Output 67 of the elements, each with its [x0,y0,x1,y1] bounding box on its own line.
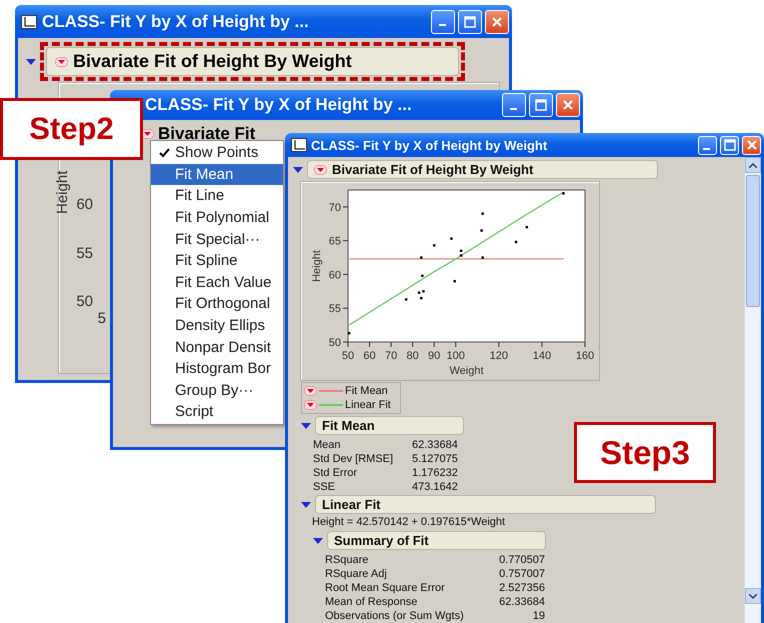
menu-item[interactable]: Histogram Bor [151,358,283,380]
stat-value: 0.770507 [498,553,545,567]
stat-value: 473.1642 [412,480,459,494]
stat-label: RSquare Adj [325,567,388,581]
report-header[interactable]: Bivariate Fit of Height By Weight [46,47,459,76]
menu-item[interactable]: Fit Mean [151,164,283,186]
stat-label: Root Mean Square Error [325,581,446,595]
menu-item[interactable]: Fit Special··· [151,228,283,250]
window-title: CLASS- Fit Y by X of Height by Weight [311,138,548,152]
stat-label: Std Dev [RMSE] [313,452,394,466]
tick-label: 120 [490,350,508,362]
section-header[interactable]: Linear Fit [315,495,656,514]
report-title: Bivariate Fit of Height By Weight [332,162,534,177]
section-header[interactable]: Fit Mean [315,416,464,435]
tick-label: 55 [328,303,341,316]
stat-label: Mean of Response [325,595,418,609]
axis-title: Weight [449,365,484,377]
axis-title: Height [311,250,323,282]
tick-label: 5 [96,310,106,327]
stat-value: 5.127075 [412,452,459,466]
stat-value: 0.757007 [498,567,545,581]
step-callout: Step3 [574,422,716,483]
tick-label: 50 [75,293,93,310]
legend-label: Linear Fit [345,399,391,411]
tick-label: 50 [342,350,354,362]
menu-item[interactable]: Density Ellips [151,314,283,336]
menu-item[interactable]: Fit Line [151,185,283,207]
report-title: Bivariate Fit [158,124,256,144]
tick-label: 90 [428,350,440,362]
step-callout: Step2 [0,98,143,160]
stat-value: 62.33684 [412,438,459,452]
stat-value: 2.527356 [498,581,545,595]
menu-item[interactable]: Fit Orthogonal [151,293,283,315]
tick-label: 55 [75,245,93,262]
window-title: CLASS- Fit Y by X of Height by ... [42,12,310,32]
tick-label: 70 [384,350,398,362]
tick-label: 100 [446,350,465,362]
fit-equation: Height = 42.570142 + 0.197615*Weight [312,516,506,529]
tick-label: 60 [363,350,376,362]
legend-label: Fit Mean [345,385,388,397]
stat-label: Std Error [313,466,358,480]
stat-value: 1.176232 [412,466,459,480]
stat-value: 62.33684 [498,595,545,609]
tick-label: 140 [532,350,552,362]
tick-label: 70 [328,202,341,214]
menu-item[interactable]: Fit Polynomial [151,206,283,228]
report-title: Bivariate Fit of Height By Weight [73,51,352,72]
stat-label: SSE [313,480,336,494]
tick-label: 80 [406,350,419,362]
menu-item[interactable]: Nonpar Densit [151,336,283,358]
tick-label: 60 [328,269,341,282]
menu-item[interactable]: Fit Spline [151,250,283,272]
window-title: CLASS- Fit Y by X of Height by ... [145,95,413,115]
axis-title: Height [54,170,71,214]
section-header[interactable]: Summary of Fit [327,531,546,550]
stat-label: Mean [313,438,342,452]
report-header[interactable]: Bivariate Fit of Height By Weight [307,160,658,179]
tick-label: 65 [328,236,341,248]
menu-item[interactable]: Show Points [151,142,283,164]
tick-label: 160 [576,350,594,362]
tick-label: 50 [328,337,341,349]
menu-item[interactable]: Group By··· [151,380,283,402]
stat-label: RSquare [325,553,370,567]
menu-item[interactable]: Fit Each Value [151,272,283,294]
stat-label: Observations (or Sum Wgts) [325,609,465,623]
stat-value: 19 [532,609,545,623]
menu-item[interactable]: Script [151,401,283,423]
